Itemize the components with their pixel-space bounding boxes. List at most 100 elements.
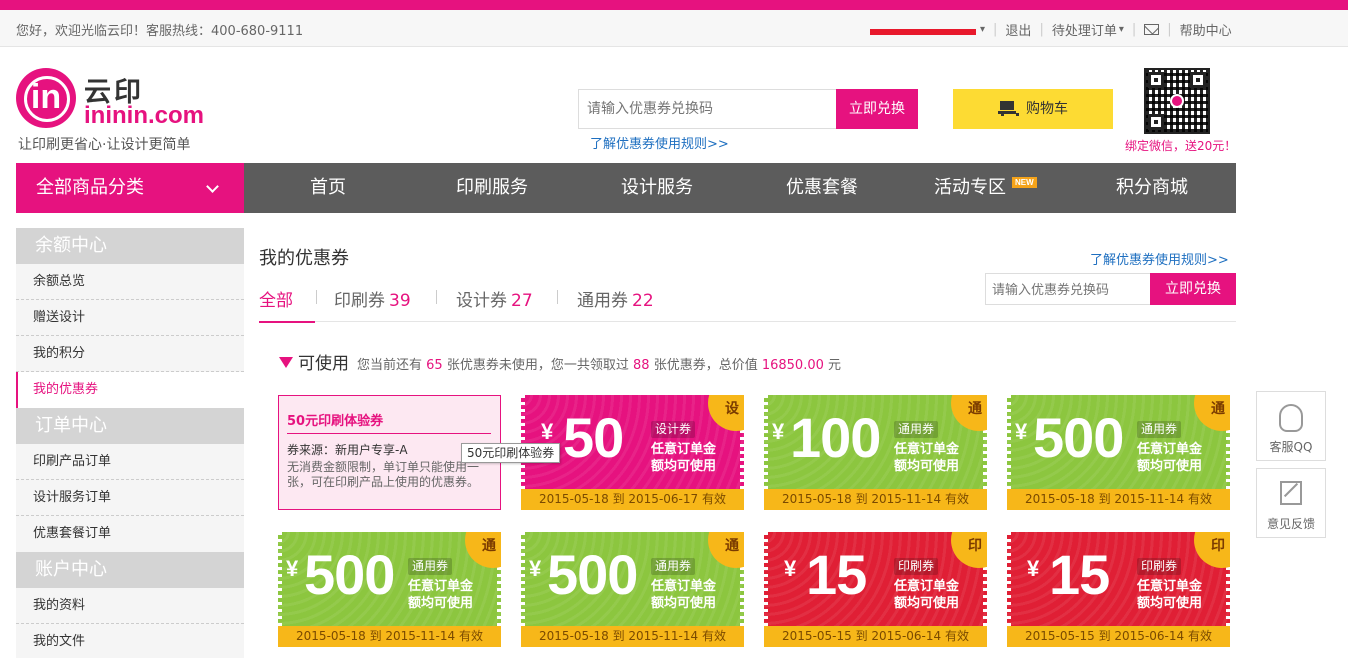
coupon-type-tag: 通用券 (1137, 421, 1182, 438)
sidebar-item-balance-overview[interactable]: 余额总览 (16, 264, 244, 300)
coupon-condition: 任意订单金 额均可使用 (1137, 442, 1203, 474)
experience-coupon-desc: 无消费金额限制，单订单只能使用一张，可在印刷产品上使用的优惠券。 (287, 460, 480, 489)
top-banner-strip (0, 0, 1348, 10)
coupon-corner-label: 通 (968, 401, 982, 417)
coupon-condition: 任意订单金 额均可使用 (894, 579, 960, 611)
qr-finder (1148, 114, 1164, 130)
sidebar-item-files[interactable]: 我的文件 (16, 624, 244, 658)
usable-label: 可使用 (298, 354, 349, 374)
coupon-amount: 500 (547, 543, 638, 606)
coupon-date: 2015-05-15 到 2015-06-14 有效 (764, 626, 987, 647)
sidebar: 余额中心 余额总览 赠送设计 我的积分 我的优惠券 订单中心 印刷产品订单 设计… (16, 228, 244, 658)
sidebar-item-gift-design[interactable]: 赠送设计 (16, 300, 244, 336)
coupon-card[interactable]: 通 ¥ 500 通用券 任意订单金 额均可使用 2015-05-18 到 2015… (278, 532, 501, 647)
nav-item-points-mall[interactable]: 积分商城 (1116, 163, 1188, 213)
nav-item-design[interactable]: 设计服务 (621, 163, 693, 213)
coupon-card[interactable]: 印 ¥ 15 印刷券 任意订单金 额均可使用 2015-05-15 到 2015-… (764, 532, 987, 647)
redeem-button[interactable]: 立即兑换 (1150, 273, 1236, 305)
coupon-amount: 15 (806, 543, 867, 606)
qr-code (1144, 68, 1210, 134)
username-redacted[interactable] (870, 23, 978, 37)
sidebar-item-coupons[interactable]: 我的优惠券 (16, 372, 244, 408)
top-bar: 您好，欢迎光临云印！客服热线：400-680-9111 ▾ | 退出 | 待处理… (0, 10, 1348, 47)
coupon-rules-link[interactable]: 了解优惠券使用规则>> (1090, 249, 1229, 268)
new-badge: NEW (1012, 177, 1037, 188)
coupon-type-tag: 印刷券 (894, 558, 939, 575)
help-center-link[interactable]: 帮助中心 (1180, 20, 1232, 39)
coupon-amount: 500 (1033, 406, 1124, 469)
tab-count: 22 (632, 291, 654, 311)
page-title: 我的优惠券 (259, 248, 349, 269)
float-qq-button[interactable]: 客服QQ (1256, 391, 1326, 461)
coupon-amount: 500 (304, 543, 395, 606)
sidebar-group-balance: 余额中心 (16, 228, 244, 264)
coupon-condition: 任意订单金 额均可使用 (1137, 579, 1203, 611)
experience-coupon-source: 券来源：新用户专享-A (287, 443, 408, 457)
sidebar-group-account: 账户中心 (16, 552, 244, 588)
coupon-type-tag: 通用券 (894, 421, 939, 438)
nav-item-events[interactable]: 活动专区 (934, 163, 1006, 213)
logo-en: ininin.com (84, 102, 204, 129)
coupon-date: 2015-05-15 到 2015-06-14 有效 (1007, 626, 1230, 647)
experience-coupon-title: 50元印刷体验券 (287, 414, 384, 429)
coupon-type-tag: 设计券 (651, 421, 696, 438)
chevron-down-icon[interactable]: ▾ (980, 24, 985, 35)
header-coupon-input[interactable] (578, 89, 836, 129)
coupon-date: 2015-05-18 到 2015-11-14 有效 (278, 626, 501, 647)
sidebar-item-design-orders[interactable]: 设计服务订单 (16, 480, 244, 516)
nav-item-home[interactable]: 首页 (310, 163, 346, 213)
tab-active-underline (259, 321, 315, 323)
usable-summary: 可使用 您当前还有 65 张优惠券未使用，您一共领取过 88 张优惠券，总价值 1… (279, 349, 841, 374)
tab-print[interactable]: 印刷券 39 (334, 286, 411, 311)
tab-count: 27 (511, 291, 533, 311)
tab-design[interactable]: 设计券 27 (456, 286, 533, 311)
sidebar-group-orders: 订单中心 (16, 408, 244, 444)
float-feedback-button[interactable]: 意见反馈 (1256, 468, 1326, 538)
sidebar-item-profile[interactable]: 我的资料 (16, 588, 244, 624)
all-categories-button[interactable]: 全部商品分类 (16, 163, 244, 213)
qq-icon (1279, 404, 1303, 432)
qr-logo (1170, 94, 1184, 108)
mail-icon[interactable] (1144, 24, 1160, 35)
coupon-corner-label: 印 (1211, 538, 1225, 554)
wechat-bind-text[interactable]: 绑定微信，送20元！ (1125, 137, 1236, 154)
cart-label: 购物车 (1026, 101, 1068, 117)
coupon-corner-label: 设 (725, 401, 739, 417)
tab-general[interactable]: 通用券 22 (577, 286, 654, 311)
sidebar-item-package-orders[interactable]: 优惠套餐订单 (16, 516, 244, 552)
cart-button[interactable]: 购物车 (953, 89, 1113, 129)
coupon-condition: 任意订单金 额均可使用 (408, 579, 474, 611)
coupon-date: 2015-05-18 到 2015-06-17 有效 (521, 489, 744, 510)
coupon-amount: 100 (790, 406, 881, 469)
coupon-condition: 任意订单金 额均可使用 (651, 579, 717, 611)
header-redeem-button[interactable]: 立即兑换 (836, 89, 918, 129)
nav-item-packages[interactable]: 优惠套餐 (786, 163, 858, 213)
qr-finder (1148, 72, 1164, 88)
coupon-type-tag: 通用券 (651, 558, 696, 575)
coupon-condition: 任意订单金 额均可使用 (894, 442, 960, 474)
coupon-card[interactable]: 通 ¥ 100 通用券 任意订单金 额均可使用 2015-05-18 到 2015… (764, 395, 987, 510)
float-qq-label: 客服QQ (1269, 440, 1313, 454)
float-feedback-label: 意见反馈 (1266, 517, 1315, 531)
logo-mark: in (16, 68, 76, 128)
sidebar-item-points[interactable]: 我的积分 (16, 336, 244, 372)
coupon-condition: 任意订单金 额均可使用 (651, 442, 717, 474)
all-categories-label: 全部商品分类 (36, 177, 144, 198)
header-coupon-rules-link[interactable]: 了解优惠券使用规则>> (590, 133, 729, 152)
coupon-corner-label: 通 (1211, 401, 1225, 417)
coupon-card[interactable]: 通 ¥ 500 通用券 任意订单金 额均可使用 2015-05-18 到 2015… (521, 532, 744, 647)
nav-item-print[interactable]: 印刷服务 (456, 163, 528, 213)
cart-icon (998, 101, 1019, 116)
coupon-card[interactable]: 印 ¥ 15 印刷券 任意订单金 额均可使用 2015-05-15 到 2015-… (1007, 532, 1230, 647)
coupon-corner-label: 通 (482, 538, 496, 554)
coupon-code-input[interactable] (985, 273, 1150, 305)
chevron-down-icon[interactable]: ▾ (1119, 24, 1124, 35)
sidebar-item-print-orders[interactable]: 印刷产品订单 (16, 444, 244, 480)
coupon-date: 2015-05-18 到 2015-11-14 有效 (1007, 489, 1230, 510)
pending-orders-link[interactable]: 待处理订单 (1052, 20, 1117, 39)
triangle-down-icon[interactable] (279, 357, 293, 368)
tab-all[interactable]: 全部 (259, 286, 293, 311)
logout-link[interactable]: 退出 (1005, 20, 1031, 39)
coupon-card[interactable]: 通 ¥ 500 通用券 任意订单金 额均可使用 2015-05-18 到 2015… (1007, 395, 1230, 510)
main-nav: 全部商品分类 首页 印刷服务 设计服务 优惠套餐 活动专区 NEW 积分商城 (16, 163, 1236, 213)
